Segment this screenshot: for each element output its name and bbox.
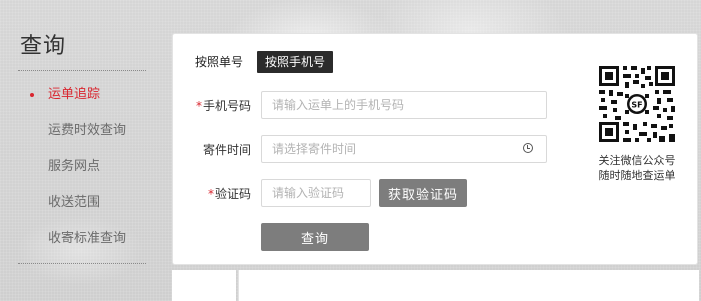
qr-caption-line2: 随时随地查运单: [598, 169, 676, 182]
get-code-button[interactable]: 获取验证码: [379, 179, 467, 207]
sidebar-item-label: 运单追踪: [48, 87, 101, 102]
sidebar-item-freight-query[interactable]: 运费时效查询: [18, 113, 148, 149]
captcha-label: *验证码: [173, 185, 251, 202]
active-dot-icon: [30, 93, 34, 97]
divider: [18, 70, 146, 71]
submit-row: 查询: [261, 223, 369, 251]
sidebar-item-label: 收送范围: [48, 195, 101, 210]
clock-icon[interactable]: [523, 143, 533, 153]
sidebar-item-standards-query[interactable]: 收寄标准查询: [18, 221, 148, 257]
sidebar-list: 运单追踪 运费时效查询 服务网点 收送范围 收寄标准查询: [18, 77, 148, 257]
sidebar-item-label: 收寄标准查询: [48, 231, 127, 246]
tab-by-waybill-number[interactable]: 按照单号: [195, 51, 251, 73]
send-time-label: 寄件时间: [202, 142, 251, 157]
send-time-row: 寄件时间: [173, 135, 547, 163]
sidebar-item-service-outlets[interactable]: 服务网点: [18, 149, 148, 185]
captcha-label-text: 验证码: [214, 186, 251, 201]
qr-caption: 关注微信公众号 随时随地查运单: [587, 153, 687, 183]
phone-row: *手机号码: [173, 91, 547, 119]
send-time-input[interactable]: [261, 135, 547, 163]
captcha-input[interactable]: [261, 179, 371, 207]
sidebar-item-label: 服务网点: [48, 159, 101, 174]
captcha-row: *验证码 获取验证码: [173, 179, 467, 207]
sidebar: 查询 运单追踪 运费时效查询 服务网点 收送范围 收寄标准查询: [18, 28, 148, 264]
query-card: 按照单号 按照手机号 *手机号码 寄件时间 *验证码 获取验证码 查询: [172, 33, 698, 265]
bottom-panel: [238, 270, 699, 301]
sidebar-item-label: 运费时效查询: [48, 123, 127, 138]
wechat-qr-code-icon: SF: [597, 64, 677, 144]
wechat-qr-block: SF 关注微信公众号 随时随地查运单: [587, 64, 687, 183]
bottom-panel-left: [172, 270, 236, 301]
sidebar-item-delivery-range[interactable]: 收送范围: [18, 185, 148, 221]
svg-text:SF: SF: [631, 101, 642, 110]
sidebar-item-waybill-tracking[interactable]: 运单追踪: [18, 77, 148, 113]
phone-label-text: 手机号码: [202, 98, 251, 113]
query-button[interactable]: 查询: [261, 223, 369, 251]
qr-caption-line1: 关注微信公众号: [598, 154, 676, 167]
phone-label: *手机号码: [173, 97, 251, 114]
sidebar-title: 查询: [20, 34, 67, 59]
required-mark: *: [207, 186, 214, 201]
send-time-picker[interactable]: [261, 135, 547, 163]
divider: [18, 263, 146, 264]
required-mark: *: [195, 98, 202, 113]
tab-by-phone-number[interactable]: 按照手机号: [257, 51, 334, 73]
phone-input[interactable]: [261, 91, 547, 119]
query-tabs: 按照单号 按照手机号: [195, 51, 334, 73]
